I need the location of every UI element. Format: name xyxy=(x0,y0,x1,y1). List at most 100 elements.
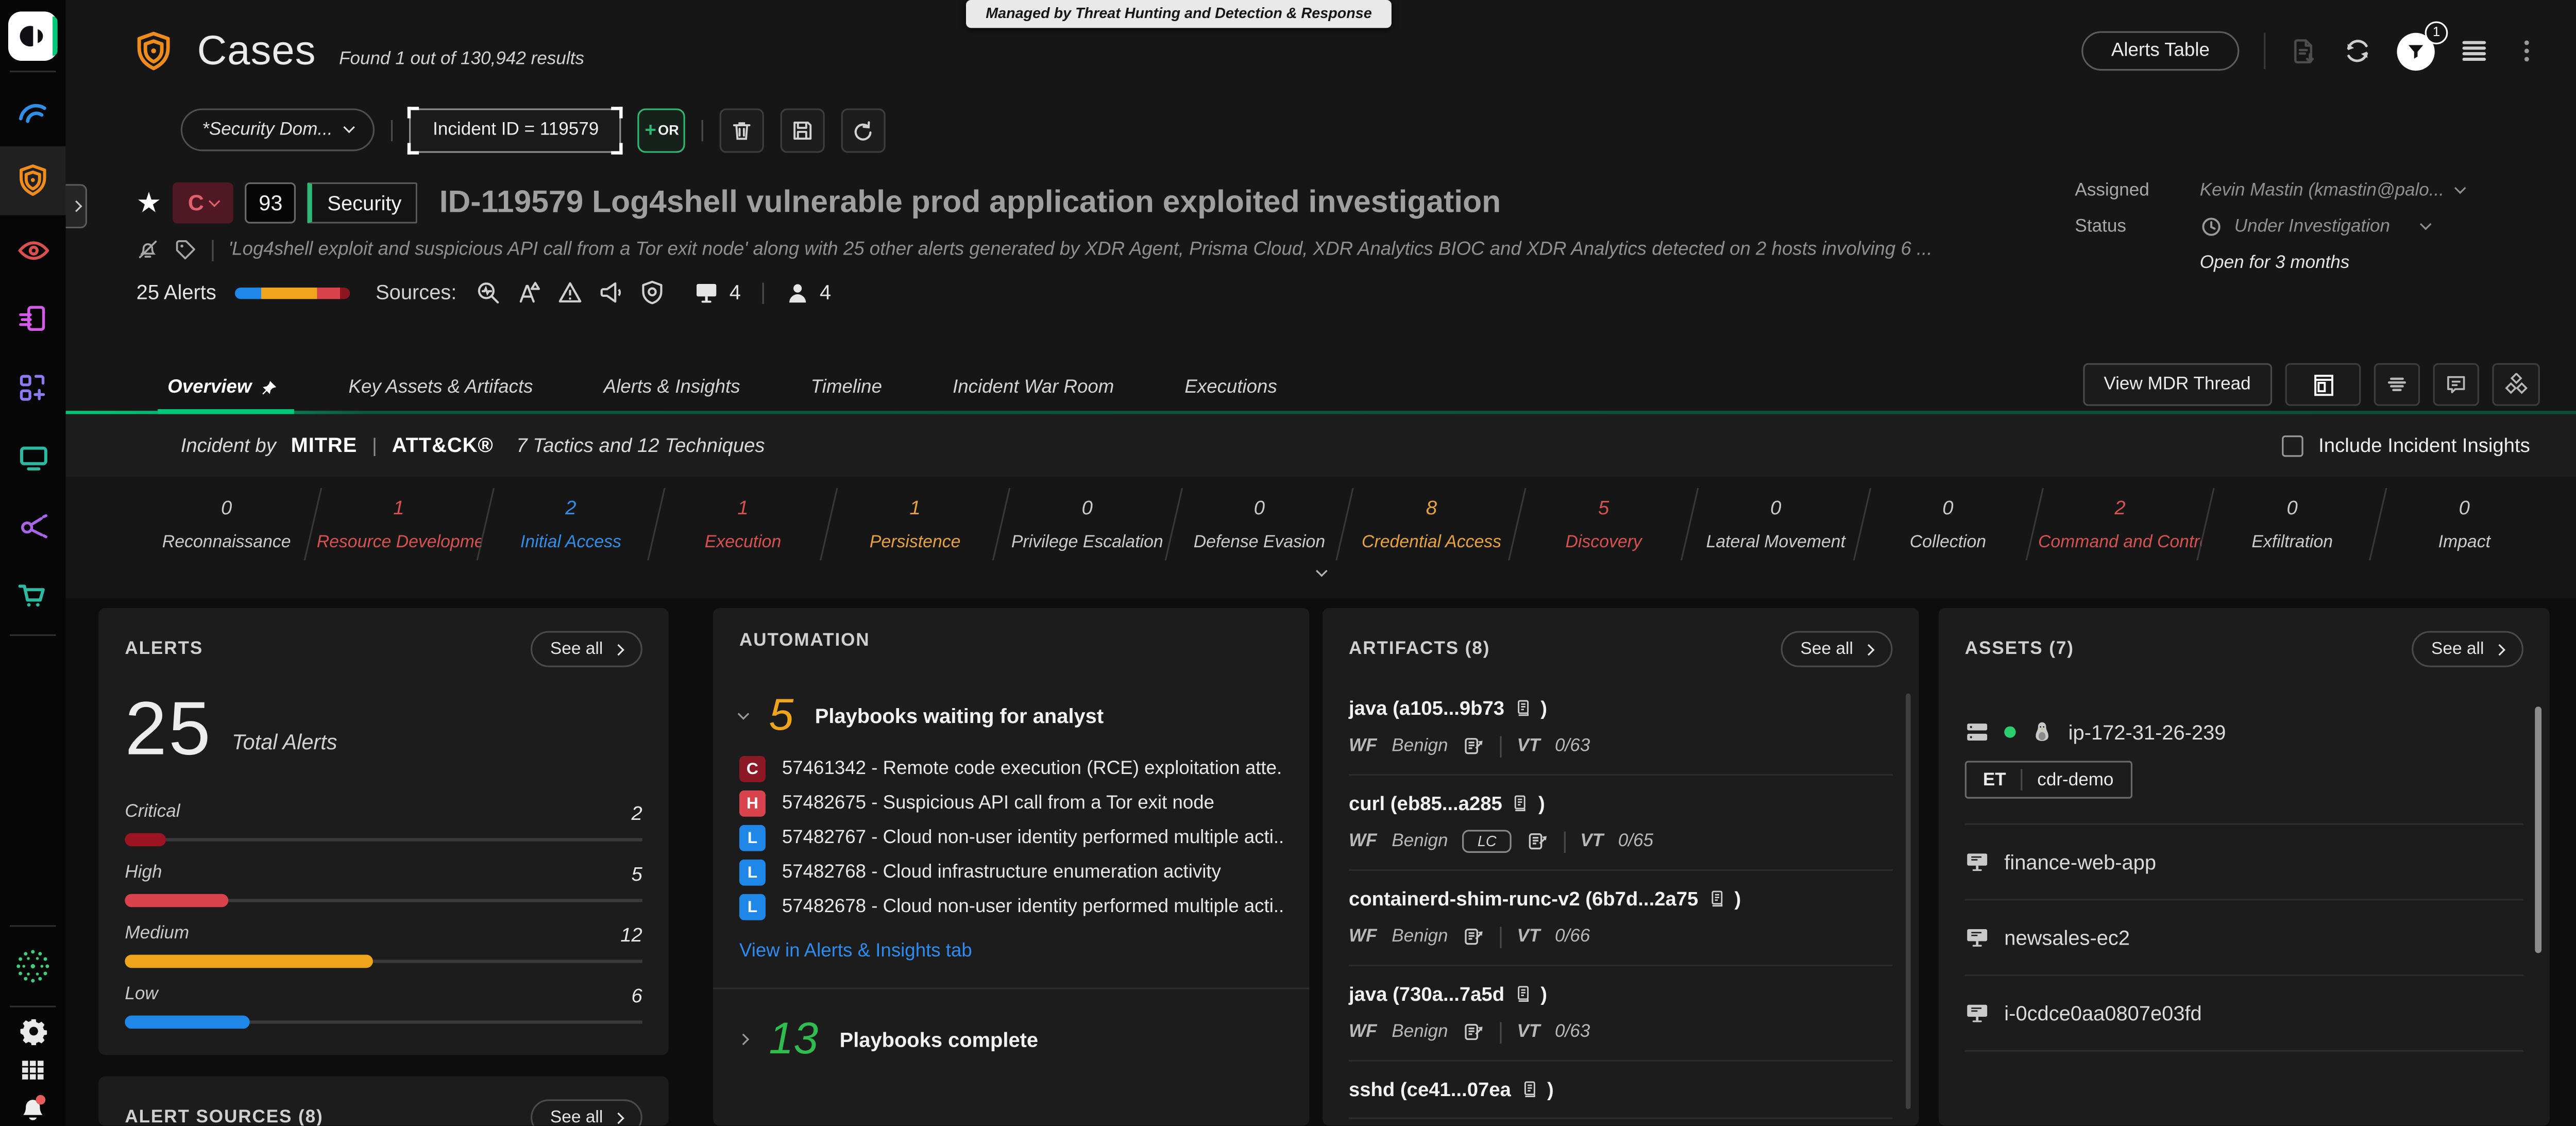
tab-timeline[interactable]: Timeline xyxy=(811,378,882,414)
favorite-star-icon[interactable]: ★ xyxy=(137,189,162,217)
warning-triangle-icon[interactable] xyxy=(557,279,583,306)
analytics-bioc-icon[interactable] xyxy=(516,279,542,306)
artifacts-see-all-button[interactable]: See all xyxy=(1781,631,1892,667)
sidebar-item-arc[interactable] xyxy=(0,77,66,146)
tag-icon[interactable] xyxy=(174,238,197,261)
filter-icon[interactable]: 1 xyxy=(2397,32,2434,70)
playbooks-waiting-row[interactable]: 5 Playbooks waiting for analyst xyxy=(739,694,1283,738)
artifact-item[interactable]: java (a105...9b73 ) WF Benign VT 0/63 xyxy=(1349,697,1892,776)
cortex-logo-icon[interactable] xyxy=(8,11,58,61)
assigned-value-dropdown[interactable]: Kevin Mastin (kmastin@palo... xyxy=(2200,181,2464,200)
domain-filter-dropdown[interactable]: *Security Dom... xyxy=(181,108,376,151)
collapse-tactics-control[interactable] xyxy=(66,572,2576,598)
asset-item[interactable]: newsales-ec2 xyxy=(1965,900,2523,976)
sidebar-item-ai[interactable] xyxy=(0,932,66,1001)
tab-overview[interactable]: Overview xyxy=(167,378,278,414)
copy-hash-icon[interactable] xyxy=(1513,984,1532,1004)
blocks-button[interactable] xyxy=(2492,363,2539,406)
layout-panel-button[interactable] xyxy=(2285,363,2361,406)
sidebar-item-node-share[interactable] xyxy=(0,491,66,560)
artifacts-scrollbar[interactable] xyxy=(1906,694,1911,1110)
tactic-cell[interactable]: 0Impact xyxy=(2382,496,2546,552)
playbook-alert-item[interactable]: H 57482675 - Suspicious API call from a … xyxy=(739,791,1283,817)
tab-key-assets[interactable]: Key Assets & Artifacts xyxy=(349,378,533,414)
include-insights-control[interactable]: Include Incident Insights xyxy=(2282,434,2530,457)
artifact-item[interactable]: java (730a...7a5d ) WF Benign VT 0/63 xyxy=(1349,966,1892,1062)
artifact-item[interactable]: sshd (ce41...07ea ) xyxy=(1349,1062,1892,1119)
tactic-cell[interactable]: 1Persistence xyxy=(833,496,997,552)
tactic-cell[interactable]: 0Reconnaissance xyxy=(145,496,309,552)
delete-filter-button[interactable] xyxy=(720,108,764,152)
tactic-cell[interactable]: 1Resource Development xyxy=(317,496,481,552)
comment-button[interactable] xyxy=(2433,363,2479,406)
assets-scrollbar[interactable] xyxy=(2535,694,2541,1110)
copy-hash-icon[interactable] xyxy=(1513,698,1532,718)
sidebar-item-cart[interactable] xyxy=(0,560,66,629)
sidebar-item-cases[interactable] xyxy=(0,146,66,215)
hosts-count-group[interactable]: 4 xyxy=(693,279,741,306)
tactic-cell[interactable]: 0Exfiltration xyxy=(2210,496,2374,552)
sidebar-item-settings[interactable] xyxy=(0,1012,66,1050)
sidebar-item-notifications[interactable] xyxy=(0,1088,66,1125)
playbook-alert-item[interactable]: L 57482768 - Cloud infrastructure enumer… xyxy=(739,860,1283,886)
playbook-alert-item[interactable]: C 57461342 - Remote code execution (RCE)… xyxy=(739,756,1283,782)
tab-alerts-insights[interactable]: Alerts & Insights xyxy=(604,378,740,414)
sidebar-item-modules[interactable] xyxy=(0,354,66,423)
sync-icon[interactable] xyxy=(2343,36,2372,65)
asset-item[interactable]: ip-172-31-26-239 ET cdr-demo xyxy=(1965,720,2523,825)
assets-see-all-button[interactable]: See all xyxy=(2412,631,2523,667)
tactic-cell[interactable]: 2Initial Access xyxy=(489,496,653,552)
kebab-menu-icon[interactable] xyxy=(2514,38,2540,64)
tactic-cell[interactable]: 5Discovery xyxy=(1522,496,1686,552)
analytics-magnifier-icon[interactable] xyxy=(475,279,501,306)
alerts-see-all-button[interactable]: See all xyxy=(531,631,642,667)
tactic-cell[interactable]: 1Execution xyxy=(661,496,825,552)
alert-horn-icon[interactable] xyxy=(598,279,624,306)
scrollbar-thumb[interactable] xyxy=(2535,707,2541,953)
shield-source-icon[interactable] xyxy=(639,279,665,306)
tactic-cell[interactable]: 2Command and Control xyxy=(2038,496,2202,552)
reset-filter-button[interactable] xyxy=(841,108,886,152)
scrollbar-thumb[interactable] xyxy=(1906,694,1911,1110)
sidebar-item-eye[interactable] xyxy=(0,215,66,284)
playbook-alert-item[interactable]: L 57482678 - Cloud non-user identity per… xyxy=(739,894,1283,920)
asset-item[interactable]: finance-web-app xyxy=(1965,825,2523,901)
tactic-cell[interactable]: 0Privilege Escalation xyxy=(1005,496,1169,552)
sidebar-expand-button[interactable] xyxy=(66,184,87,228)
signature-icon[interactable] xyxy=(1526,830,1549,853)
active-filter-chip[interactable]: Incident ID = 119579 xyxy=(410,108,622,152)
menu-lines-icon[interactable] xyxy=(2460,36,2489,65)
copy-hash-icon[interactable] xyxy=(1706,889,1726,909)
signature-icon[interactable] xyxy=(1463,925,1486,948)
tactic-cell[interactable]: 8Credential Access xyxy=(1349,496,1513,552)
copy-hash-icon[interactable] xyxy=(1519,1080,1539,1099)
asset-tag-chip[interactable]: ET cdr-demo xyxy=(1965,761,2132,798)
signature-icon[interactable] xyxy=(1463,1020,1486,1044)
add-or-filter-button[interactable]: +OR xyxy=(638,108,686,152)
signature-icon[interactable] xyxy=(1463,734,1486,758)
users-count-group[interactable]: 4 xyxy=(785,280,831,305)
copy-hash-icon[interactable] xyxy=(1511,794,1530,813)
sidebar-item-monitor[interactable] xyxy=(0,423,66,492)
alert-sources-see-all-button[interactable]: See all xyxy=(531,1099,642,1125)
save-filter-button[interactable] xyxy=(781,108,825,152)
sidebar-item-document[interactable] xyxy=(0,284,66,354)
playbooks-complete-row[interactable]: 13 Playbooks complete xyxy=(739,1017,1283,1062)
view-mdr-thread-button[interactable]: View MDR Thread xyxy=(2082,363,2272,406)
bell-muted-icon[interactable] xyxy=(137,238,160,261)
tactic-cell[interactable]: 0Lateral Movement xyxy=(1694,496,1858,552)
tactic-cell[interactable]: 0Collection xyxy=(1866,496,2030,552)
asset-item[interactable]: i-0cdce0aa0807e03fd xyxy=(1965,976,2523,1052)
align-lines-button[interactable] xyxy=(2374,363,2420,406)
tab-war-room[interactable]: Incident War Room xyxy=(953,378,1114,414)
playbook-alert-item[interactable]: L 57482767 - Cloud non-user identity per… xyxy=(739,825,1283,851)
tactic-cell[interactable]: 0Defense Evasion xyxy=(1177,496,1341,552)
view-alerts-insights-link[interactable]: View in Alerts & Insights tab xyxy=(739,942,972,961)
tab-executions[interactable]: Executions xyxy=(1184,378,1277,414)
alerts-table-button[interactable]: Alerts Table xyxy=(2082,31,2240,71)
severity-badge[interactable]: C xyxy=(173,182,234,224)
artifact-item[interactable]: containerd-shim-runc-v2 (6b7d...2a75 ) W… xyxy=(1349,871,1892,966)
artifact-item[interactable]: curl (eb85...a285 ) WF Benign LC VT 0/65 xyxy=(1349,776,1892,871)
status-value-dropdown[interactable]: Under Investigation xyxy=(2200,215,2430,239)
export-report-icon[interactable] xyxy=(2290,37,2318,65)
